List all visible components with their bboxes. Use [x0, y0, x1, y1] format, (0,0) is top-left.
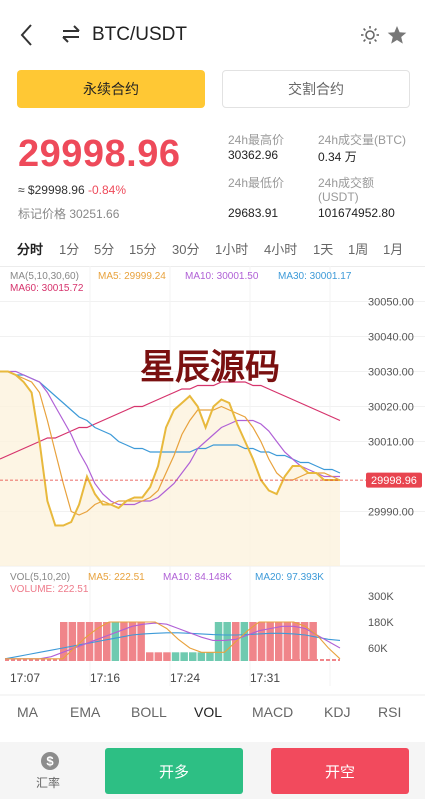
- volume-bar: [214, 622, 223, 661]
- time-axis-label: 17:07: [10, 671, 40, 685]
- volume-bar: [103, 622, 111, 661]
- ma-header: MA(5,10,30,60): [10, 271, 79, 282]
- period-30m[interactable]: 30分: [172, 239, 199, 258]
- volume-bar: [223, 622, 231, 661]
- back-arrow-icon[interactable]: [16, 22, 40, 48]
- watermark: 星辰源码: [140, 348, 280, 388]
- period-timeline[interactable]: 分时: [17, 239, 43, 258]
- vol-ma10-label: MA10: 84.148K: [163, 572, 232, 583]
- open-long-button[interactable]: 开多: [105, 748, 243, 794]
- period-1d[interactable]: 1天: [313, 239, 333, 258]
- indicator-rsi[interactable]: RSI: [378, 704, 401, 720]
- period-4h[interactable]: 4小时: [264, 239, 297, 258]
- time-axis-label: 17:31: [250, 671, 280, 685]
- price-chart[interactable]: 30050.00 30040.00 30030.00 30020.00 30010.00…: [0, 266, 425, 696]
- exchange-rate-label[interactable]: 汇率: [36, 774, 60, 791]
- current-price-tag: 29998.96: [371, 475, 417, 487]
- price-axis-label: 30010.00: [368, 437, 414, 449]
- stat-vol-usdt-label: 24h成交额: [318, 176, 375, 190]
- stat-low-value: 29683.91: [228, 206, 279, 220]
- tab-delivery-contract[interactable]: 交割合约: [222, 70, 410, 108]
- ma30-label: MA30: 30001.17: [278, 271, 352, 282]
- volume-axis-label: 60K: [368, 643, 388, 655]
- price-axis-label: 30020.00: [368, 402, 414, 414]
- stat-vol-btc-label: 24h成交量(BTC): [318, 133, 407, 147]
- indicator-macd[interactable]: MACD: [252, 704, 293, 720]
- price-axis-label: 30050.00: [368, 297, 414, 309]
- volume-bar: [257, 622, 266, 661]
- volume-bar: [154, 652, 163, 661]
- volume-bar: [68, 622, 77, 661]
- indicator-ema[interactable]: EMA: [70, 704, 100, 720]
- period-5m[interactable]: 5分: [94, 239, 114, 258]
- indicator-boll[interactable]: BOLL: [131, 704, 167, 720]
- price-usd: ≈ $29998.96: [18, 183, 85, 197]
- time-axis-label: 17:16: [90, 671, 120, 685]
- period-1h[interactable]: 1小时: [215, 239, 248, 258]
- ma5-label: MA5: 29999.24: [98, 271, 166, 282]
- volume-bar: [163, 652, 171, 661]
- vol-header: VOL(5,10,20): [10, 572, 70, 583]
- indicator-vol[interactable]: VOL: [194, 704, 222, 720]
- price-change: -0.84%: [88, 183, 127, 197]
- volume-bar: [128, 622, 137, 661]
- indicator-kdj[interactable]: KDJ: [324, 704, 350, 720]
- volume-bar: [292, 622, 300, 661]
- period-15m[interactable]: 15分: [129, 239, 156, 258]
- vol-ma20-label: MA20: 97.393K: [255, 572, 324, 583]
- price-usd-line: ≈ $29998.96 -0.84%: [18, 183, 126, 197]
- tab-perpetual-contract[interactable]: 永续合约: [17, 70, 205, 108]
- price-axis-label: 30030.00: [368, 367, 414, 379]
- stat-vol-usdt-value: 101674952.80: [318, 206, 395, 220]
- ma10-label: MA10: 30001.50: [185, 271, 259, 282]
- volume-bar: [309, 622, 317, 661]
- vol-ma5-label: MA5: 222.51: [88, 572, 145, 583]
- volume-bar: [240, 622, 249, 661]
- stat-vol-usdt-unit: (USDT): [318, 190, 359, 204]
- stat-high-label: 24h最高价: [228, 133, 285, 147]
- last-price: 29998.96: [18, 133, 181, 175]
- swap-icon[interactable]: [60, 23, 82, 45]
- mark-price: 标记价格 30251.66: [18, 207, 120, 221]
- volume-bar: [197, 652, 206, 661]
- volume-bar: [180, 652, 188, 661]
- time-axis-label: 17:24: [170, 671, 200, 685]
- trading-pair-title[interactable]: BTC/USDT: [92, 24, 187, 46]
- volume-bar: [189, 652, 197, 661]
- volume-bar: [206, 652, 214, 661]
- period-selector: 分时 1分 5分 15分 30分 1小时 4小时 1天 1周 1月: [0, 232, 425, 262]
- volume-bar: [283, 622, 292, 661]
- period-1w[interactable]: 1周: [348, 239, 368, 258]
- stat-vol-btc-value: 0.34 万: [318, 150, 357, 164]
- open-short-button[interactable]: 开空: [271, 748, 409, 794]
- price-axis-label: 29990.00: [368, 507, 414, 519]
- volume-bar: [146, 652, 154, 661]
- volume-label: VOLUME: 222.51: [10, 584, 89, 595]
- volume-bar: [111, 622, 120, 661]
- volume-axis-label: 180K: [368, 617, 394, 629]
- favorite-star-icon[interactable]: [386, 24, 408, 46]
- indicator-ma[interactable]: MA: [17, 704, 38, 720]
- volume-axis-label: 300K: [368, 591, 394, 603]
- ma60-label: MA60: 30015.72: [10, 283, 84, 294]
- svg-text:$: $: [46, 754, 54, 769]
- volume-bar: [171, 652, 180, 661]
- header: BTC/USDT: [0, 0, 425, 68]
- theme-sun-icon[interactable]: [360, 25, 380, 45]
- volume-bar: [137, 622, 145, 661]
- price-axis-label: 30040.00: [368, 332, 414, 344]
- period-1m[interactable]: 1分: [59, 239, 79, 258]
- stat-high-value: 30362.96: [228, 148, 279, 162]
- stat-low-label: 24h最低价: [228, 176, 285, 190]
- period-1mo[interactable]: 1月: [383, 239, 403, 258]
- exchange-rate-icon[interactable]: $: [40, 751, 60, 771]
- volume-bar: [249, 622, 257, 661]
- indicator-tabs: MA EMA BOLL VOL MACD KDJ RSI: [0, 698, 425, 728]
